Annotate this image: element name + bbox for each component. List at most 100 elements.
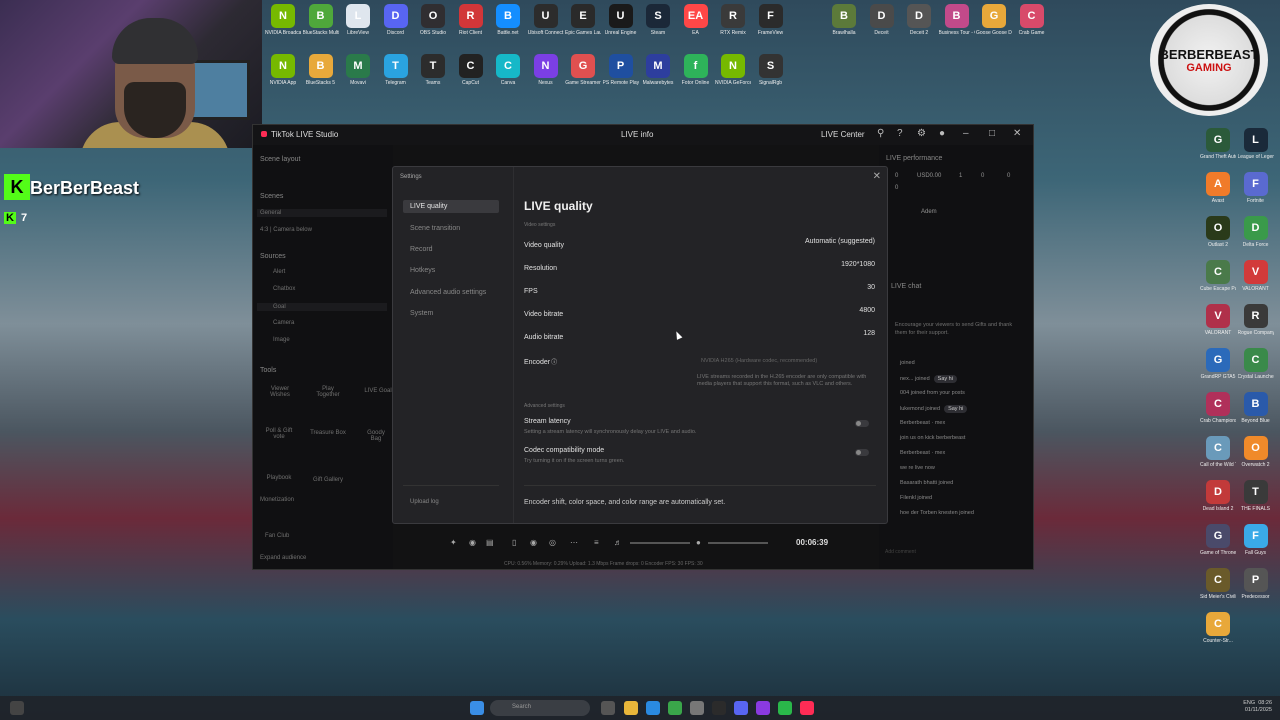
desktop-shortcut[interactable]: C Counter-Str... [1200,612,1236,644]
maximize-icon[interactable]: □ [989,128,995,139]
taskview-icon[interactable] [601,701,615,715]
volume-slider[interactable] [630,542,690,544]
video-quality-select[interactable]: Automatic (suggested) [805,238,875,245]
desktop-shortcut[interactable]: R Riot Client [453,4,489,36]
video-bitrate-select[interactable]: 4800 [859,307,875,314]
desktop-shortcut[interactable]: D Discord [378,4,414,36]
desktop-shortcut[interactable]: L League of Legends [1238,128,1274,160]
desktop-shortcut[interactable]: C Crab Game [1014,4,1050,36]
desktop-shortcut[interactable]: T Teams [415,54,451,86]
layers-icon[interactable]: ▤ [486,538,494,547]
audio-bitrate-select[interactable]: 128 [863,330,875,337]
desktop-shortcut[interactable]: F FrameView [753,4,789,36]
search-input[interactable]: Search [490,700,590,716]
desktop-shortcut[interactable]: C CapCut [453,54,489,86]
desktop-shortcut[interactable]: U Ubisoft Connect [528,4,564,36]
mic-icon[interactable]: ● [696,538,701,547]
nav-record[interactable]: Record [403,243,499,256]
desktop-shortcut[interactable]: B Business Tour - Onli... [939,4,975,36]
info-icon[interactable]: ⓘ [551,360,557,366]
desktop-shortcut[interactable]: R RTX Remix [715,4,751,36]
desktop-shortcut[interactable]: C Sid Meier's Civilization VI [1200,568,1236,600]
speaker-icon[interactable]: ♬ [614,538,622,547]
nav-advanced-audio[interactable]: Advanced audio settings [403,286,499,299]
nav-hotkeys[interactable]: Hotkeys [403,264,499,277]
desktop-shortcut[interactable]: B BlueStacks Multi-Insta... [303,4,339,36]
close-icon[interactable]: ✕ [1013,128,1021,139]
fps-select[interactable]: 30 [867,284,875,291]
app-icon[interactable] [712,701,726,715]
wand-icon[interactable]: ✦ [450,538,457,547]
upload-log-button[interactable]: Upload log [403,496,499,508]
desktop-shortcut[interactable]: M Malwarebytes [640,54,676,86]
desktop-shortcut[interactable]: V VALORANT [1200,304,1236,336]
say-hi-button[interactable]: Say hi [933,375,957,383]
desktop-shortcut[interactable]: T THE FINALS [1238,480,1274,512]
nav-scene-transition[interactable]: Scene transition [403,222,499,235]
bell-icon[interactable]: ⚲ [877,128,884,139]
app-icon[interactable] [778,701,792,715]
desktop-shortcut[interactable]: F Fortnite [1238,172,1274,204]
desktop-shortcut[interactable]: A Avast [1200,172,1236,204]
desktop-shortcut[interactable]: G Goose Goose Duck [976,4,1012,36]
desktop-shortcut[interactable]: N NVIDIA App [265,54,301,86]
mic-slider[interactable] [708,542,768,544]
live-info-link[interactable]: LIVE info [621,130,653,139]
desktop-shortcut[interactable]: D Deceit [864,4,900,36]
app-icon[interactable] [756,701,770,715]
start-icon[interactable] [470,701,484,715]
minimize-icon[interactable]: – [963,128,969,139]
phone-icon[interactable]: ▯ [512,538,516,547]
desktop-shortcut[interactable]: G Game of Thrones... [1200,524,1236,556]
desktop-shortcut[interactable]: P Predecessor [1238,568,1274,600]
desktop-shortcut[interactable]: C Cube Escape Paradox [1200,260,1236,292]
close-icon[interactable]: ✕ [873,171,881,182]
target-icon[interactable]: ◎ [549,538,556,547]
camera-icon[interactable]: ◉ [469,538,476,547]
desktop-shortcut[interactable]: O Outlast 2 [1200,216,1236,248]
desktop-shortcut[interactable]: E Epic Games Launcher [565,4,601,36]
desktop-shortcut[interactable]: C Crab Champions [1200,392,1236,424]
desktop-shortcut[interactable]: M Movavi [340,54,376,86]
desktop-shortcut[interactable]: S SignalRgb [753,54,789,86]
nav-system[interactable]: System [403,307,499,320]
resolution-select[interactable]: 1920*1080 [841,261,875,268]
desktop-shortcut[interactable]: G Game Streamer [565,54,601,86]
avatar[interactable]: ● [939,128,945,139]
record-icon[interactable]: ◉ [530,538,537,547]
desktop-shortcut[interactable]: U Unreal Engine [603,4,639,36]
desktop-shortcut[interactable]: S Steam [640,4,676,36]
desktop-shortcut[interactable]: B Battle.net [490,4,526,36]
desktop-shortcut[interactable]: N NVIDIA Broadcast [265,4,301,36]
edge-icon[interactable] [646,701,660,715]
desktop-shortcut[interactable]: D Deceit 2 [901,4,937,36]
desktop-shortcut[interactable]: C Call of the Wild Th... [1200,436,1236,468]
stream-latency-toggle[interactable] [855,420,869,427]
nav-live-quality[interactable]: LIVE quality [403,200,499,213]
tiktok-studio-icon[interactable] [800,701,814,715]
desktop-shortcut[interactable]: L LibreView [340,4,376,36]
desktop-shortcut[interactable]: EA EA [678,4,714,36]
mixer-icon[interactable]: ≡ [594,538,599,547]
gear-icon[interactable]: ⚙ [917,128,926,139]
desktop-shortcut[interactable]: T Telegram [378,54,414,86]
live-center-button[interactable]: LIVE Center [821,130,865,139]
desktop-shortcut[interactable]: B Brawlhalla [826,4,862,36]
desktop-shortcut[interactable]: D Delta Force [1238,216,1274,248]
weather-icon[interactable] [10,701,24,715]
desktop-shortcut[interactable]: O OBS Studio [415,4,451,36]
codec-compat-toggle[interactable] [855,449,869,456]
encoder-select[interactable]: NVIDIA H265 (Hardware codec, recommended… [697,355,877,367]
desktop-shortcut[interactable]: D Dead Island 2 [1200,480,1236,512]
desktop-shortcut[interactable]: G Grand Theft Auto V En... [1200,128,1236,160]
desktop-shortcut[interactable]: B BlueStacks 5 [303,54,339,86]
desktop-shortcut[interactable]: B Beyond Blue [1238,392,1274,424]
desktop-shortcut[interactable]: G GrandRP GTA5 [1200,348,1236,380]
app-icon[interactable] [690,701,704,715]
desktop-shortcut[interactable]: V VALORANT [1238,260,1274,292]
desktop-shortcut[interactable]: f Fotor Online [678,54,714,86]
clock[interactable]: ENG 08:26 01/11/2025 [1243,700,1272,714]
desktop-shortcut[interactable]: C Crystal Launcher [1238,348,1274,380]
desktop-shortcut[interactable]: O Overwatch 2 [1238,436,1274,468]
desktop-shortcut[interactable]: N NVIDIA GeForce [715,54,751,86]
